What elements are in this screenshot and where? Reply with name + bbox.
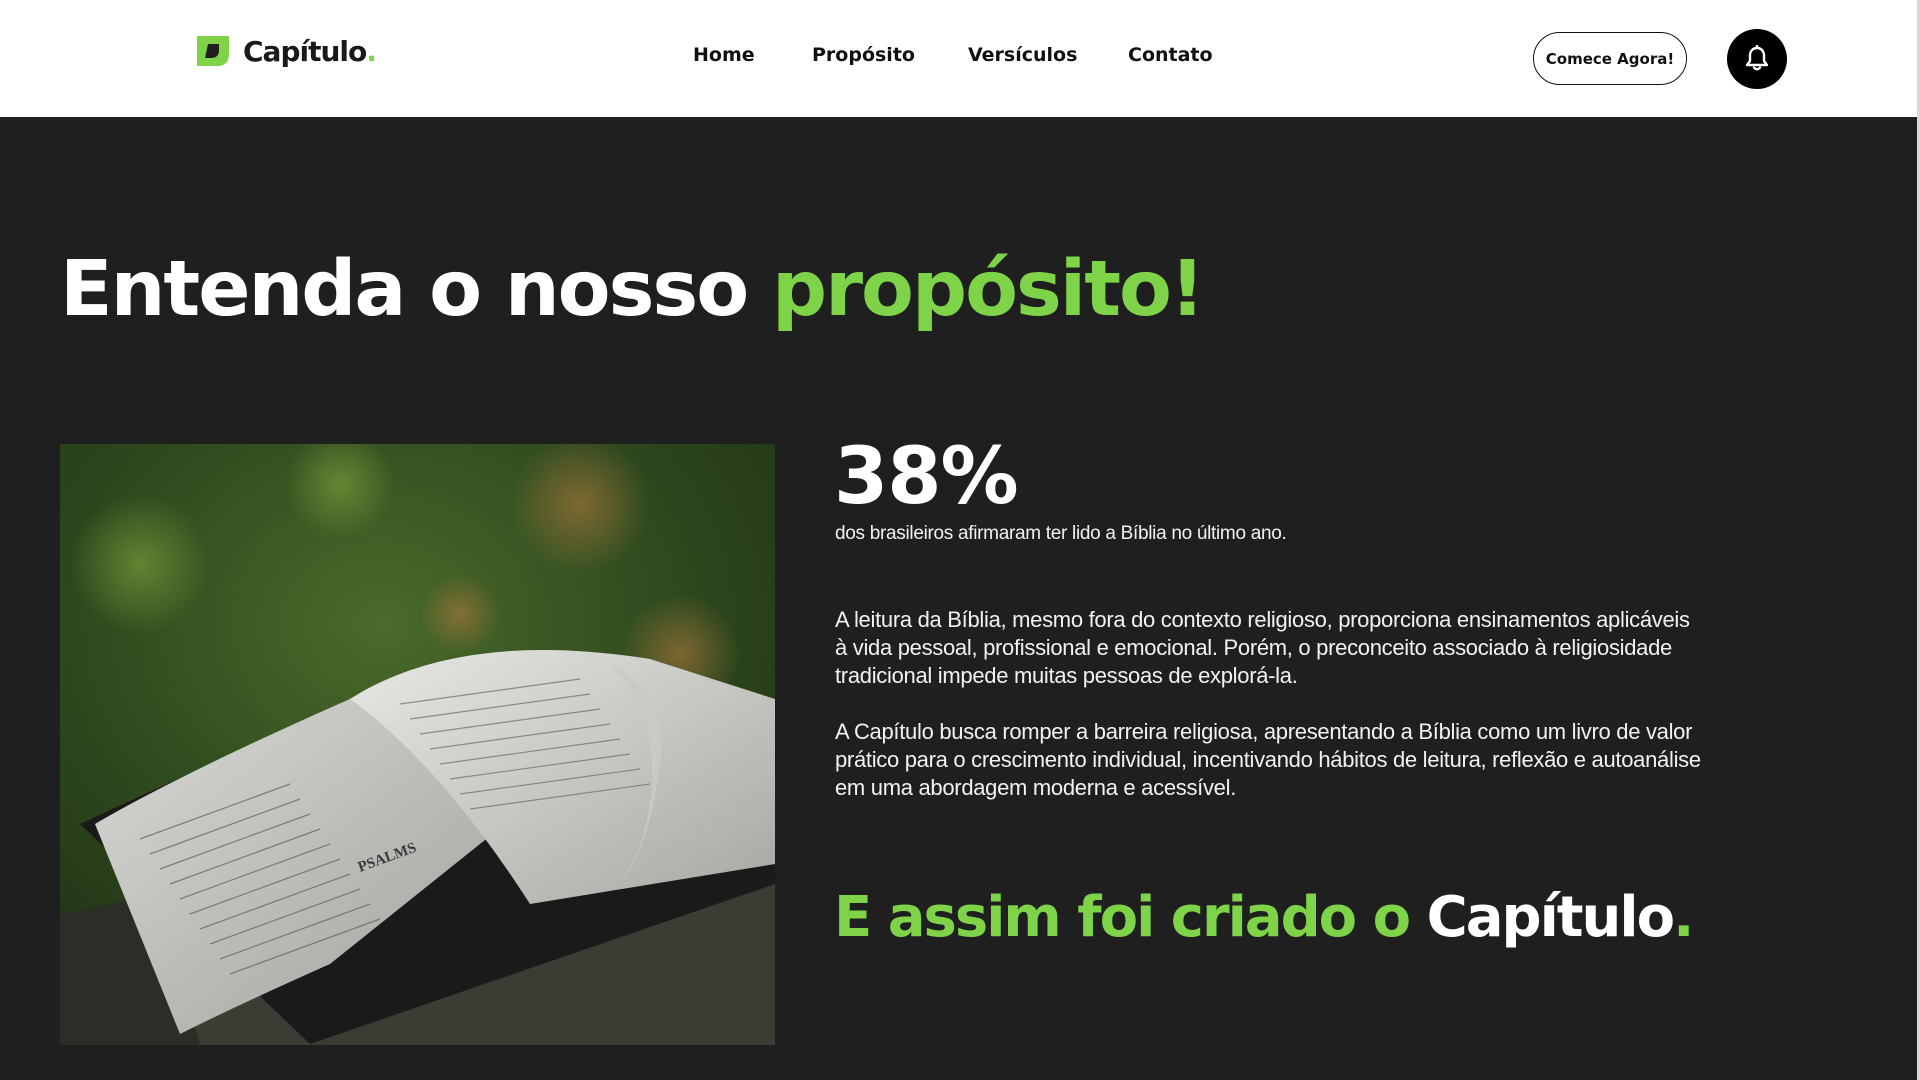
logo[interactable]: Capítulo. bbox=[191, 30, 377, 72]
paragraph-2: A Capítulo busca romper a barreira relig… bbox=[835, 719, 1701, 800]
nav-versiculos[interactable]: Versículos bbox=[968, 44, 1077, 66]
start-now-button[interactable]: Comece Agora! bbox=[1533, 32, 1687, 85]
page-title: Entenda o nosso propósito! bbox=[60, 245, 1205, 334]
notifications-button[interactable] bbox=[1727, 29, 1787, 89]
bell-icon bbox=[1745, 45, 1769, 71]
logo-mark-icon bbox=[197, 36, 229, 66]
logo-text: Capítulo. bbox=[243, 34, 377, 68]
nav-home[interactable]: Home bbox=[693, 44, 755, 66]
open-bible-photo: PSALMS bbox=[60, 444, 775, 1045]
stat-number: 38% bbox=[834, 432, 1019, 522]
paragraph-1: A leitura da Bíblia, mesmo fora do conte… bbox=[835, 607, 1690, 688]
closing-heading: E assim foi criado o Capítulo. bbox=[834, 885, 1694, 950]
stat-caption: dos brasileiros afirmaram ter lido a Bíb… bbox=[835, 523, 1287, 544]
site-header: Capítulo. Home Propósito Versículos Cont… bbox=[0, 0, 1920, 117]
nav-contato[interactable]: Contato bbox=[1128, 44, 1213, 66]
nav-proposito[interactable]: Propósito bbox=[812, 44, 915, 66]
